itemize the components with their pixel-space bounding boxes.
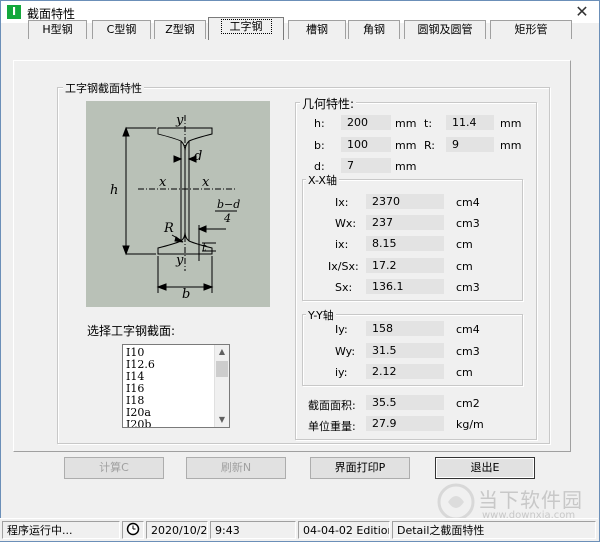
list-scrollbar[interactable]: ▲ ▼ — [214, 345, 229, 427]
status-bar: 程序运行中... 2020/10/28 9:43 04-04-02 Editio… — [0, 518, 598, 541]
unit-t: mm — [500, 117, 522, 130]
i-beam-drawing — [122, 115, 237, 293]
diagram-label-bd-denominator: 4 — [224, 212, 231, 225]
i-beam-diagram: y y x x h b d R t b−d 4 — [86, 101, 270, 307]
tab-angle[interactable]: 角钢 — [348, 20, 400, 39]
unit-unit-weight: kg/m — [456, 418, 484, 431]
diagram-label-y-bottom: y — [176, 253, 184, 268]
tab-i-beam[interactable]: 工字钢 — [208, 17, 284, 40]
value-ix-moment: 2370 — [366, 194, 444, 209]
value-t: 11.4 — [446, 115, 494, 130]
watermark-text: 当下软件园 — [478, 488, 583, 512]
list-item[interactable]: I20b — [126, 418, 151, 427]
label-wy: Wy: — [335, 345, 356, 358]
value-unit-weight: 27.9 — [366, 416, 444, 431]
diagram-label-h: h — [110, 183, 119, 198]
diagram-label-d: d — [194, 149, 203, 164]
diagram-label-y-top: y — [176, 113, 184, 128]
value-wy: 31.5 — [366, 343, 444, 358]
unit-sx: cm3 — [456, 281, 480, 294]
unit-wx: cm3 — [456, 217, 480, 230]
label-r: R: — [424, 139, 436, 152]
label-iy-moment: Iy: — [335, 323, 348, 336]
value-wx: 237 — [366, 215, 444, 230]
label-sx: Sx: — [335, 281, 353, 294]
label-unit-weight: 单位重量: — [308, 420, 356, 433]
label-iy-radius: iy: — [335, 366, 348, 379]
value-iy-moment: 158 — [366, 321, 444, 336]
xx-axis-title: X-X轴 — [306, 172, 339, 188]
section-listbox[interactable]: I10 I12.6 I14 I16 I18 I20a I20b ▲ ▼ — [122, 344, 230, 428]
calculate-button[interactable]: 计算C — [64, 457, 164, 479]
label-h: h: — [314, 117, 325, 130]
refresh-button[interactable]: 刷新N — [186, 457, 286, 479]
value-r: 9 — [446, 137, 494, 152]
label-b: b: — [314, 139, 325, 152]
label-ix-radius: ix: — [335, 238, 349, 251]
scroll-up-icon[interactable]: ▲ — [215, 345, 229, 359]
label-ix-sx: Ix/Sx: — [328, 260, 359, 273]
value-area: 35.5 — [366, 395, 444, 410]
tab-channel[interactable]: 槽钢 — [288, 20, 346, 39]
select-section-label: 选择工字钢截面: — [87, 324, 176, 338]
unit-h: mm — [395, 117, 417, 130]
scroll-down-icon[interactable]: ▼ — [215, 413, 229, 427]
value-sx: 136.1 — [366, 279, 444, 294]
unit-ix-moment: cm4 — [456, 196, 480, 209]
geometry-title: 几何特性: — [300, 95, 357, 112]
tab-z-steel[interactable]: Z型钢 — [154, 20, 206, 39]
label-ix-moment: Ix: — [335, 196, 349, 209]
status-date: 2020/10/28 — [146, 521, 208, 539]
diagram-label-bd-numerator: b−d — [217, 198, 241, 211]
yy-axis-title: Y-Y轴 — [306, 307, 336, 323]
print-button[interactable]: 界面打印P — [310, 457, 410, 479]
close-icon[interactable]: ✕ — [571, 2, 593, 22]
value-h: 200 — [341, 115, 391, 130]
app-icon: I — [7, 5, 21, 19]
status-state: 程序运行中... — [2, 521, 120, 539]
unit-iy-radius: cm — [456, 366, 473, 379]
watermark-logo-icon — [437, 483, 475, 521]
unit-wy: cm3 — [456, 345, 480, 358]
tab-round-tube[interactable]: 圆钢及圆管 — [404, 20, 486, 39]
label-wx: Wx: — [335, 217, 357, 230]
unit-b: mm — [395, 139, 417, 152]
value-d: 7 — [341, 158, 391, 173]
scroll-thumb[interactable] — [216, 361, 228, 377]
diagram-label-t: t — [202, 241, 207, 254]
clock-icon — [122, 521, 144, 539]
status-edition: 04-04-02 Edition — [298, 521, 390, 539]
section-group-title: 工字钢截面特性 — [63, 80, 144, 96]
diagram-label-x-left: x — [159, 175, 167, 190]
diagram-label-b: b — [182, 287, 191, 302]
label-area: 截面面积: — [308, 399, 356, 412]
label-t: t: — [424, 117, 433, 130]
diagram-label-r: R — [164, 221, 174, 236]
tab-c-steel[interactable]: C型钢 — [92, 20, 151, 39]
status-time: 9:43 — [210, 521, 296, 539]
unit-ix-sx: cm — [456, 260, 473, 273]
unit-iy-moment: cm4 — [456, 323, 480, 336]
tab-h-steel[interactable]: H型钢 — [28, 20, 87, 39]
unit-area: cm2 — [456, 397, 480, 410]
value-ix-sx: 17.2 — [366, 258, 444, 273]
unit-ix-radius: cm — [456, 238, 473, 251]
unit-d: mm — [395, 160, 417, 173]
value-ix-radius: 8.15 — [366, 236, 444, 251]
diagram-label-x-right: x — [202, 175, 210, 190]
tab-rect-tube[interactable]: 矩形管 — [490, 20, 572, 39]
status-detail: Detail之截面特性 — [392, 521, 596, 539]
value-iy-radius: 2.12 — [366, 364, 444, 379]
unit-r: mm — [500, 139, 522, 152]
exit-button[interactable]: 退出E — [435, 457, 535, 479]
value-b: 100 — [341, 137, 391, 152]
